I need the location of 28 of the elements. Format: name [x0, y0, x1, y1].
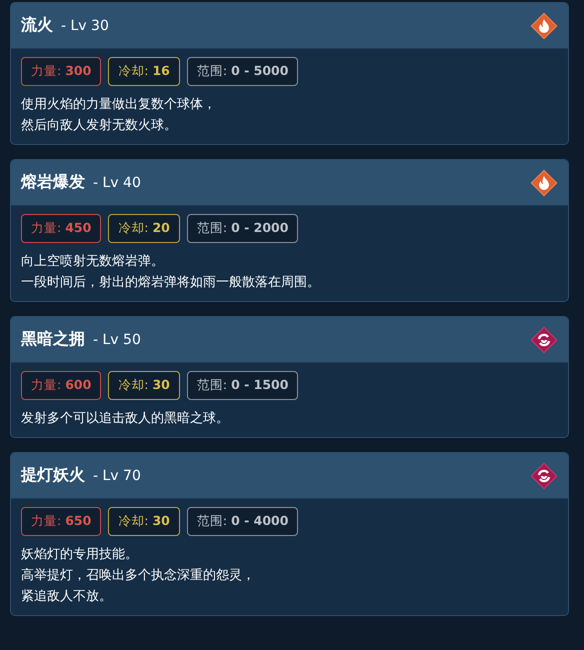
skill-level: - Lv 70	[93, 468, 142, 484]
stat-tag: 力量: 300	[21, 57, 102, 86]
description-line: 妖焰灯的专用技能。	[21, 546, 139, 564]
description-line: 然后向敌人发射无数火球。	[21, 117, 178, 135]
description-line: 发射多个可以追击敌人的黑暗之球。	[21, 410, 230, 428]
description-line: 一段时间后，射出的熔岩弹将如雨一般散落在周围。	[21, 274, 321, 292]
stat-tag: 范围: 0 - 5000	[186, 57, 298, 86]
skill-name: 熔岩爆发	[21, 172, 85, 193]
skill-level: - Lv 30	[61, 18, 110, 34]
description-line: 向上空喷射无数熔岩弹。	[21, 253, 165, 271]
stat-tag: 力量: 650	[21, 507, 102, 536]
skill-level: - Lv 50	[93, 332, 142, 348]
description-line: 高举提灯，召唤出多个执念深重的怨灵，	[21, 567, 256, 585]
description-line: 使用火焰的力量做出复数个球体，	[21, 96, 217, 114]
stat-tag: 范围: 0 - 2000	[186, 214, 298, 243]
stat-tag: 范围: 0 - 1500	[186, 371, 298, 400]
skill-level: - Lv 40	[93, 174, 142, 190]
description-line: 紧追敌人不放。	[21, 588, 113, 606]
stat-tag: 冷却: 30	[108, 507, 180, 536]
stat-tag: 冷却: 20	[108, 214, 180, 243]
stat-tag: 冷却: 16	[108, 57, 180, 86]
skill-name: 流火	[21, 15, 53, 36]
stat-tag: 冷却: 30	[108, 371, 180, 400]
skill-name: 黑暗之拥	[21, 329, 85, 350]
skill-name: 提灯妖火	[21, 465, 85, 486]
stat-tag: 力量: 450	[21, 214, 102, 243]
stat-tag: 范围: 0 - 4000	[186, 507, 298, 536]
stat-tag: 力量: 600	[21, 371, 102, 400]
